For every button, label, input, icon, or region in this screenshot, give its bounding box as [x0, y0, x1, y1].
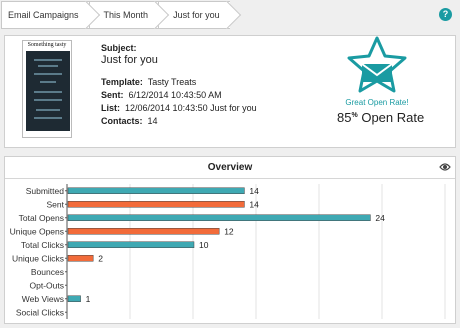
open-rate: 85% Open Rate: [337, 110, 424, 125]
bar: [67, 295, 81, 302]
campaign-summary-panel: Something tasty Subject: Just for you Te…: [4, 35, 456, 148]
category-label: Web Views: [22, 294, 64, 304]
category-label: Total Clicks: [21, 240, 64, 250]
bar: [67, 214, 371, 221]
sent-label: Sent:: [101, 90, 124, 100]
category-label: Unique Opens: [10, 226, 64, 236]
overview-bar-chart: Submitted 14 Sent 14 Total Opens 24 Unique Ope…: [10, 184, 446, 319]
template-value: Tasty Treats: [147, 77, 197, 87]
open-rate-badge: Great Open Rate! 85% Open Rate: [337, 36, 424, 125]
template-label: Template:: [101, 77, 143, 87]
data-label: 10: [199, 240, 209, 250]
campaign-details: Subject: Just for you Template: Tasty Tr…: [101, 43, 257, 128]
open-rate-unit: %: [351, 112, 358, 119]
breadcrumb: Email Campaigns This Month Just for you: [1, 1, 230, 29]
eye-icon[interactable]: [439, 162, 451, 172]
data-label: 12: [224, 226, 234, 236]
star-envelope-icon: [347, 36, 407, 93]
bar: [67, 255, 94, 262]
overview-title: Overview: [207, 162, 253, 173]
bar: [67, 241, 195, 248]
data-label: 14: [249, 186, 259, 196]
category-label: Sent: [47, 199, 65, 209]
thumbnail-footer: [25, 131, 71, 136]
subject-label: Subject:: [101, 43, 137, 53]
breadcrumb-email-campaigns[interactable]: Email Campaigns: [1, 1, 89, 29]
sent-value: 6/12/2014 10:43:50 AM: [128, 90, 222, 100]
data-label: 2: [98, 253, 103, 263]
subject-value: Just for you: [101, 54, 158, 66]
list-value: 12/06/2014 10:43:50 Just for you: [125, 103, 257, 113]
email-thumbnail[interactable]: Something tasty: [22, 40, 72, 138]
overview-header: Overview: [5, 157, 455, 179]
open-rate-value: 85: [337, 110, 352, 125]
bar: [67, 201, 245, 208]
list-label: List:: [101, 103, 120, 113]
data-label: 24: [375, 213, 385, 223]
category-label: Unique Clicks: [12, 253, 64, 263]
data-label: 14: [249, 199, 259, 209]
thumbnail-body: [26, 51, 70, 131]
contacts-label: Contacts:: [101, 116, 143, 126]
bar: [67, 187, 245, 194]
bar: [67, 228, 220, 235]
contacts-value: 14: [147, 116, 158, 126]
category-label: Bounces: [31, 267, 64, 277]
badge-text: Great Open Rate!: [345, 98, 409, 107]
category-label: Total Opens: [19, 213, 64, 223]
thumbnail-title: Something tasty: [27, 42, 67, 48]
overview-panel: Overview Submitted 14 Sent 14 Total Opens 24 U…: [4, 156, 456, 324]
data-label: 1: [86, 294, 91, 304]
category-label: Opt-Outs: [30, 280, 64, 290]
help-icon[interactable]: ?: [439, 8, 452, 21]
category-label: Social Clicks: [16, 307, 64, 317]
category-label: Submitted: [26, 186, 65, 196]
open-rate-label: Open Rate: [361, 110, 425, 125]
